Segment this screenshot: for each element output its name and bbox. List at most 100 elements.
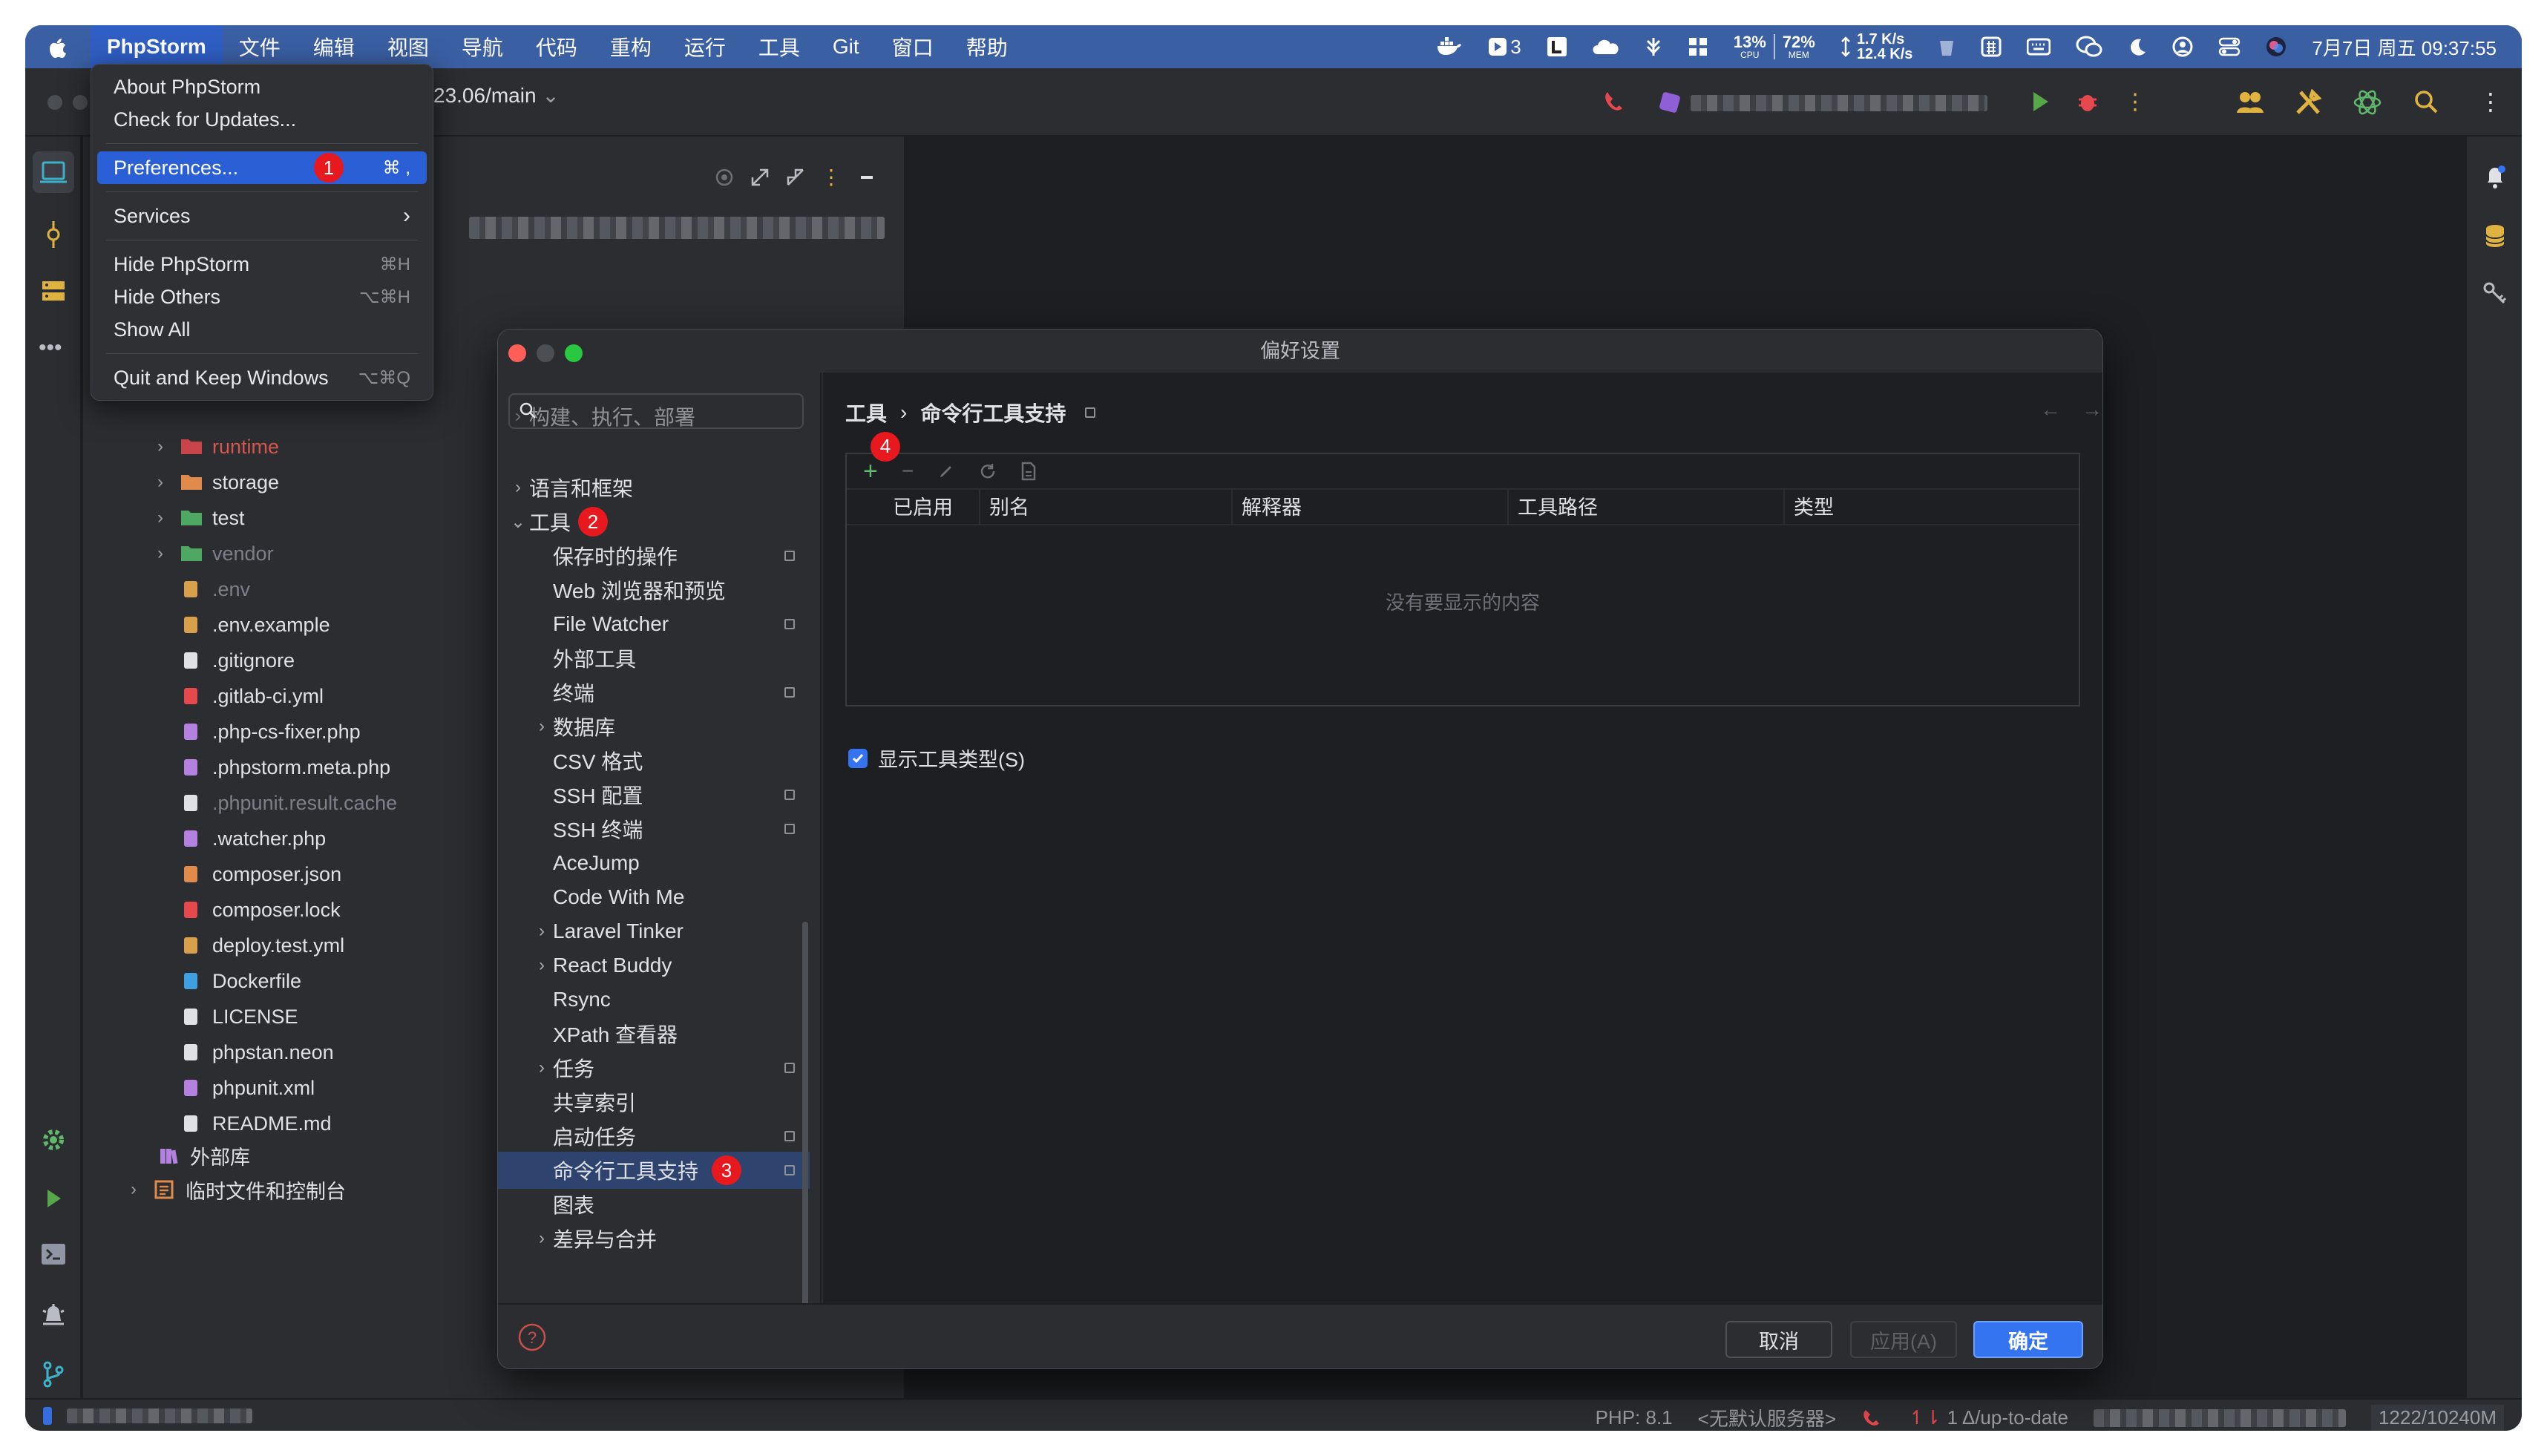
apply-button[interactable]: 应用(A) (1850, 1321, 1957, 1358)
chevron-right-icon[interactable]: › (531, 955, 553, 976)
prefs-nav-item[interactable]: › 构建、执行、部署 (498, 398, 810, 435)
commit-icon[interactable] (42, 220, 65, 249)
cancel-button[interactable]: 取消 (1725, 1321, 1832, 1358)
chevron-right-icon[interactable]: › (531, 1057, 553, 1078)
memory-indicator[interactable]: 1222/10240M (2370, 1405, 2504, 1431)
edit-icon[interactable] (937, 462, 955, 480)
menu-quit[interactable]: Quit and Keep Windows ⌥⌘Q (97, 361, 427, 394)
wechat-icon[interactable] (2076, 36, 2102, 58)
col-alias[interactable]: 别名 (979, 490, 1231, 525)
ai-assistant-icon[interactable] (2353, 88, 2382, 117)
prefs-nav-item[interactable]: 终端 (498, 674, 810, 711)
tree-row[interactable]: › storage (157, 465, 279, 499)
tree-row[interactable]: composer.lock (180, 893, 341, 927)
forward-arrow-icon[interactable]: → (2082, 398, 2102, 422)
prefs-nav-item[interactable]: 共享索引 (498, 1083, 810, 1121)
window-close-light[interactable] (47, 95, 62, 110)
tree-row[interactable]: .env (180, 572, 250, 606)
run-icon[interactable] (2029, 89, 2051, 114)
scratches-row[interactable]: › 临时文件和控制台 (131, 1173, 346, 1207)
docker-icon[interactable] (1436, 37, 1463, 56)
project-tool-button[interactable] (33, 151, 74, 193)
keyboard-icon[interactable] (2027, 38, 2051, 56)
terminal-icon[interactable] (40, 1242, 67, 1266)
menu-view[interactable]: 视图 (371, 25, 445, 68)
vcs-status[interactable]: ↿⇂ 1 Δ/up-to-date (1909, 1406, 2068, 1429)
chevron-right-icon[interactable]: › (157, 472, 180, 493)
tree-row[interactable]: deploy.test.yml (180, 928, 344, 963)
key-promoter-icon[interactable] (2482, 281, 2510, 309)
back-arrow-icon[interactable]: ← (2040, 398, 2061, 422)
expand-all-icon[interactable] (750, 167, 770, 188)
prefs-nav-item[interactable]: 命令行工具支持 3 (498, 1152, 810, 1189)
hide-panel-icon[interactable] (856, 167, 877, 188)
locate-icon[interactable] (714, 167, 735, 188)
menu-code[interactable]: 代码 (519, 25, 594, 68)
chevron-right-icon[interactable]: › (157, 508, 180, 528)
moon-icon[interactable] (2128, 37, 2147, 56)
l-app-icon[interactable] (1547, 36, 1567, 57)
menu-show-all[interactable]: Show All (97, 313, 427, 346)
help-icon[interactable]: ? (517, 1322, 547, 1352)
col-type[interactable]: 类型 (1783, 490, 2080, 525)
options-icon[interactable]: ⋮ (821, 165, 842, 189)
calendar-app-icon[interactable] (1981, 36, 2002, 57)
structure-icon[interactable] (40, 278, 67, 304)
user-circle-icon[interactable] (2172, 36, 2193, 57)
tree-row[interactable]: .watcher.php (180, 822, 326, 856)
prefs-nav-item[interactable]: › 语言和框架 (498, 469, 810, 506)
tree-row[interactable]: .phpunit.result.cache (180, 786, 397, 820)
more-tools-icon[interactable]: ••• (39, 335, 62, 361)
chevron-right-icon[interactable]: › (157, 543, 180, 564)
refresh-icon[interactable] (979, 462, 997, 480)
prefs-nav-item[interactable]: AceJump (498, 845, 810, 882)
prefs-nav-item[interactable]: › 任务 (498, 1049, 810, 1086)
chevron-right-icon[interactable]: › (157, 436, 180, 457)
tree-row[interactable]: › runtime (157, 430, 279, 464)
prefs-nav-item[interactable]: › 数据库 (498, 708, 810, 745)
tree-row[interactable]: README.md (180, 1106, 332, 1141)
col-enabled[interactable]: 已启用 (882, 490, 979, 525)
menu-edit[interactable]: 编辑 (297, 25, 371, 68)
sidebar-scrollbar[interactable] (802, 922, 808, 1303)
problems-icon[interactable] (40, 1302, 67, 1328)
chevron-right-icon[interactable]: › (507, 477, 529, 498)
tree-row[interactable]: .phpstorm.meta.php (180, 750, 390, 784)
remove-icon[interactable]: − (902, 459, 914, 483)
vcs-update-icon[interactable] (1602, 88, 1628, 114)
apple-icon[interactable] (25, 36, 91, 58)
tools-icon[interactable] (2295, 89, 2321, 116)
notifications-icon[interactable] (2482, 163, 2508, 190)
network-monitor[interactable]: 1.7 K/s 12.4 K/s (1840, 32, 1912, 62)
chevron-right-icon[interactable]: › (531, 1228, 553, 1249)
prefs-nav-item[interactable]: › 差异与合并 (498, 1220, 810, 1257)
menu-file[interactable]: 文件 (223, 25, 297, 68)
show-type-checkbox[interactable]: 显示工具类型(S) (848, 744, 1025, 773)
prefs-nav-item[interactable]: › Laravel Tinker (498, 913, 810, 950)
prefs-nav-item[interactable]: › React Buddy (498, 947, 810, 984)
tree-row[interactable]: LICENSE (180, 1000, 298, 1034)
search-everywhere-icon[interactable] (2413, 89, 2439, 114)
tree-row[interactable]: Dockerfile (180, 964, 301, 998)
window-min-light[interactable] (73, 95, 88, 110)
branch-selector[interactable]: 23.06/main ⌄ (433, 83, 560, 108)
git-branch-icon[interactable] (42, 1361, 65, 1388)
menu-navigate[interactable]: 导航 (445, 25, 519, 68)
vcs-phone-icon[interactable] (1861, 1407, 1884, 1429)
menu-preferences[interactable]: Preferences... 1 ⌘ , (97, 151, 427, 184)
code-with-me-icon[interactable] (2235, 89, 2265, 114)
prefs-nav-item[interactable]: 外部工具 (498, 640, 810, 677)
menu-hide-others[interactable]: Hide Others ⌥⌘H (97, 281, 427, 313)
export-icon[interactable] (1020, 462, 1037, 481)
prefs-nav-item[interactable]: 图表 (498, 1186, 810, 1223)
menu-tools[interactable]: 工具 (742, 25, 816, 68)
tree-row[interactable]: › test (157, 501, 245, 535)
breadcrumb-parent[interactable]: 工具 (845, 398, 887, 427)
prefs-nav-item[interactable]: CSV 格式 (498, 742, 810, 779)
prefs-nav-item[interactable]: SSH 终端 (498, 810, 810, 847)
tree-row[interactable]: phpstan.neon (180, 1035, 334, 1069)
siri-icon[interactable] (2266, 36, 2287, 57)
prefs-nav-item[interactable]: SSH 配置 (498, 776, 810, 813)
prefs-nav-item[interactable]: Rsync (498, 981, 810, 1018)
menu-about[interactable]: About PhpStorm (97, 70, 427, 103)
